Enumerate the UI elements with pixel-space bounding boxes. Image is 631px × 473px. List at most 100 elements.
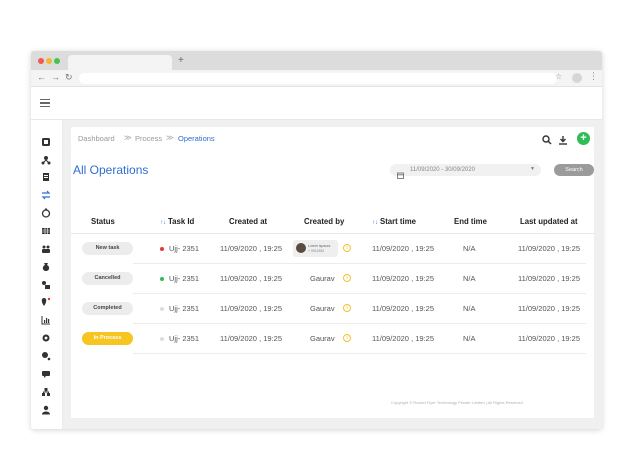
table-row[interactable]: Completed Ujj- 2351 11/09/2020 , 19:25 G… bbox=[71, 294, 594, 324]
info-icon[interactable]: i bbox=[343, 244, 351, 252]
status-dot bbox=[160, 247, 164, 251]
download-icon[interactable] bbox=[558, 132, 568, 150]
search-icon[interactable] bbox=[542, 132, 552, 150]
chevron-down-icon: ▼ bbox=[530, 166, 535, 172]
sidebar bbox=[31, 120, 63, 429]
reload-icon[interactable]: ↻ bbox=[65, 72, 73, 83]
created-by-cell: Gaurav bbox=[310, 274, 335, 283]
creator-card[interactable]: Lorem ispaura + 9911881 bbox=[293, 240, 338, 257]
delivery-icon[interactable] bbox=[41, 280, 51, 290]
start-time-cell: 11/09/2020 , 19:25 bbox=[372, 304, 434, 313]
created-by-cell: Gaurav bbox=[310, 334, 335, 343]
creator-name: Lorem ispaura bbox=[308, 244, 331, 248]
last-updated-cell: 11/09/2020 , 19:25 bbox=[518, 304, 580, 313]
info-icon[interactable]: i bbox=[343, 304, 351, 312]
new-tab-button[interactable]: + bbox=[178, 55, 184, 66]
close-window-icon[interactable] bbox=[38, 58, 44, 64]
browser-window: + ← → ↻ ☆ ⋮ Dashboard ≫ Process ≫ Operat… bbox=[31, 51, 602, 429]
info-icon[interactable]: i bbox=[343, 334, 351, 342]
browser-nav-bar: ← → ↻ ☆ ⋮ bbox=[31, 70, 602, 87]
breadcrumb: Dashboard ≫ Process ≫ Operations + bbox=[71, 127, 594, 150]
end-time-cell: N/A bbox=[463, 304, 476, 313]
status-badge: Cancelled bbox=[82, 272, 133, 285]
column-header-status: Status bbox=[91, 217, 115, 226]
column-header-created-by: Created by bbox=[304, 217, 345, 226]
column-header-start-time[interactable]: ↑↓ Start time bbox=[372, 217, 416, 226]
breadcrumb-separator: ≫ bbox=[124, 133, 132, 142]
table-row[interactable]: New task Ujj- 2351 11/09/2020 , 19:25 Lo… bbox=[71, 234, 594, 264]
created-at-cell: 11/09/2020 , 19:25 bbox=[220, 304, 282, 313]
created-at-cell: 11/09/2020 , 19:25 bbox=[220, 334, 282, 343]
end-time-cell: N/A bbox=[463, 334, 476, 343]
page-title: All Operations bbox=[73, 163, 149, 177]
nodes-icon[interactable] bbox=[41, 155, 51, 165]
breadcrumb-operations: Operations bbox=[178, 134, 215, 143]
org-icon[interactable] bbox=[41, 387, 51, 397]
end-time-cell: N/A bbox=[463, 244, 476, 253]
minimize-window-icon[interactable] bbox=[46, 58, 52, 64]
start-time-cell: 11/09/2020 , 19:25 bbox=[372, 274, 434, 283]
team-icon[interactable] bbox=[41, 244, 51, 254]
creator-phone: + 9911881 bbox=[308, 249, 325, 253]
sort-icon[interactable]: ↑↓ bbox=[160, 220, 166, 226]
start-time-cell: 11/09/2020 , 19:25 bbox=[372, 244, 434, 253]
breadcrumb-process[interactable]: Process bbox=[135, 134, 162, 143]
breadcrumb-dashboard[interactable]: Dashboard bbox=[78, 134, 115, 143]
last-updated-cell: 11/09/2020 , 19:25 bbox=[518, 334, 580, 343]
money-bag-icon[interactable] bbox=[41, 262, 51, 272]
timer-icon[interactable] bbox=[41, 208, 51, 218]
chat-icon[interactable] bbox=[41, 369, 51, 379]
created-at-cell: 11/09/2020 , 19:25 bbox=[220, 244, 282, 253]
hamburger-menu-icon[interactable] bbox=[40, 99, 50, 107]
back-icon[interactable]: ← bbox=[37, 72, 46, 82]
browser-menu-icon[interactable]: ⋮ bbox=[589, 71, 598, 82]
status-badge: New task bbox=[82, 242, 133, 255]
row-divider bbox=[133, 353, 586, 354]
user-badge-icon[interactable] bbox=[41, 351, 51, 361]
calendar-icon bbox=[397, 166, 404, 184]
column-header-task-id[interactable]: ↑↓ Task Id bbox=[160, 217, 194, 226]
created-by-cell: Gaurav bbox=[310, 304, 335, 313]
main-content: Dashboard ≫ Process ≫ Operations + All O… bbox=[63, 120, 602, 429]
sort-icon[interactable]: ↑↓ bbox=[372, 220, 378, 226]
maximize-window-icon[interactable] bbox=[54, 58, 60, 64]
settings-icon[interactable] bbox=[41, 333, 51, 343]
info-icon[interactable]: i bbox=[343, 274, 351, 282]
start-time-cell: 11/09/2020 , 19:25 bbox=[372, 334, 434, 343]
created-at-cell: 11/09/2020 , 19:25 bbox=[220, 274, 282, 283]
dashboard-icon[interactable] bbox=[41, 137, 51, 147]
avatar bbox=[296, 243, 306, 253]
status-badge: Completed bbox=[82, 302, 133, 315]
search-button[interactable]: Search bbox=[554, 164, 594, 176]
browser-tab-bar: + bbox=[31, 51, 602, 70]
status-badge: In Process bbox=[82, 332, 133, 345]
end-time-cell: N/A bbox=[463, 274, 476, 283]
process-icon[interactable] bbox=[41, 190, 51, 200]
task-id-cell[interactable]: Ujj- 2351 bbox=[169, 334, 199, 343]
browser-tab[interactable] bbox=[68, 55, 172, 70]
table-row[interactable]: In Process Ujj- 2351 11/09/2020 , 19:25 … bbox=[71, 324, 594, 354]
status-dot bbox=[160, 307, 164, 311]
add-button[interactable]: + bbox=[577, 132, 590, 145]
documents-icon[interactable] bbox=[41, 172, 51, 182]
status-dot bbox=[160, 337, 164, 341]
profile-icon[interactable] bbox=[41, 405, 51, 415]
profile-avatar[interactable] bbox=[572, 73, 582, 83]
grid-icon[interactable] bbox=[41, 226, 51, 236]
table-row[interactable]: Cancelled Ujj- 2351 11/09/2020 , 19:25 G… bbox=[71, 264, 594, 294]
analytics-icon[interactable] bbox=[41, 315, 51, 325]
app-top-bar bbox=[31, 87, 602, 120]
task-id-cell[interactable]: Ujj- 2351 bbox=[169, 244, 199, 253]
forward-icon[interactable]: → bbox=[51, 72, 60, 82]
operations-panel: All Operations 11/09/2020 - 30/09/2020 ▼… bbox=[71, 150, 594, 418]
last-updated-cell: 11/09/2020 , 19:25 bbox=[518, 244, 580, 253]
location-pin-icon[interactable] bbox=[41, 297, 51, 307]
breadcrumb-separator: ≫ bbox=[166, 133, 174, 142]
task-id-cell[interactable]: Ujj- 2351 bbox=[169, 304, 199, 313]
column-header-created-at: Created at bbox=[229, 217, 268, 226]
date-range-value: 11/09/2020 - 30/09/2020 bbox=[410, 166, 475, 173]
address-bar[interactable] bbox=[79, 73, 557, 84]
task-id-cell[interactable]: Ujj- 2351 bbox=[169, 274, 199, 283]
bookmark-star-icon[interactable]: ☆ bbox=[555, 72, 562, 81]
date-range-picker[interactable]: 11/09/2020 - 30/09/2020 ▼ bbox=[390, 164, 541, 179]
